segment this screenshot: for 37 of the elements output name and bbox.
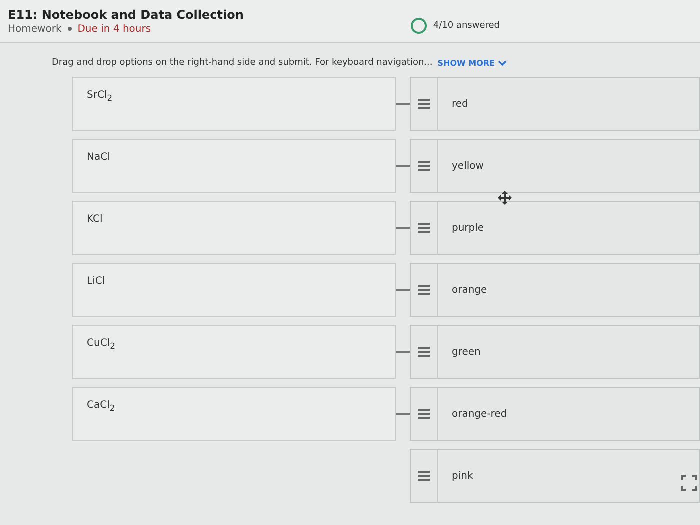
- show-more-link[interactable]: SHOW MORE: [438, 58, 508, 68]
- drag-handle-icon: [418, 161, 430, 171]
- target-box[interactable]: NaCl: [72, 139, 396, 193]
- draggable-option[interactable]: pink: [410, 449, 700, 503]
- drag-handle-icon: [418, 223, 430, 233]
- drag-handle-icon: [418, 471, 430, 481]
- connector-line: [396, 227, 410, 229]
- draggable-option[interactable]: red: [410, 77, 700, 131]
- drag-handle-icon: [418, 347, 430, 357]
- target-box[interactable]: SrCl$_{2}$: [72, 77, 396, 131]
- connector-line: [396, 413, 410, 415]
- drag-handle-icon: [418, 285, 430, 295]
- drag-handle-icon: [418, 409, 430, 419]
- assignment-title: E11: Notebook and Data Collection: [8, 8, 244, 22]
- target-box[interactable]: CuCl$_{2}$: [72, 325, 396, 379]
- draggable-option[interactable]: orange: [410, 263, 700, 317]
- target-box[interactable]: KCl: [72, 201, 396, 255]
- drag-handle-icon: [418, 99, 430, 109]
- move-cursor-icon: [498, 191, 512, 205]
- connector-line: [396, 351, 410, 353]
- separator-dot-icon: [68, 27, 72, 31]
- connector-line: [396, 289, 410, 291]
- draggable-option[interactable]: green: [410, 325, 700, 379]
- due-time: Due in 4 hours: [78, 24, 152, 34]
- expand-icon[interactable]: [681, 475, 697, 491]
- assignment-type: Homework: [8, 24, 62, 34]
- draggable-option[interactable]: yellow: [410, 139, 700, 193]
- connector-line: [396, 103, 410, 105]
- progress-text: 4/10 answered: [433, 21, 500, 31]
- progress-ring-icon: [409, 16, 430, 36]
- target-box[interactable]: CaCl$_{2}$: [72, 387, 396, 441]
- instructions-text: Drag and drop options on the right-hand side and submit. For keyboard navigation...: [52, 58, 433, 68]
- draggable-option[interactable]: orange-red: [410, 387, 700, 441]
- chevron-down-icon: [498, 60, 508, 66]
- connector-line: [396, 165, 410, 167]
- draggable-option[interactable]: purple: [410, 201, 700, 255]
- target-box[interactable]: LiCl: [72, 263, 396, 317]
